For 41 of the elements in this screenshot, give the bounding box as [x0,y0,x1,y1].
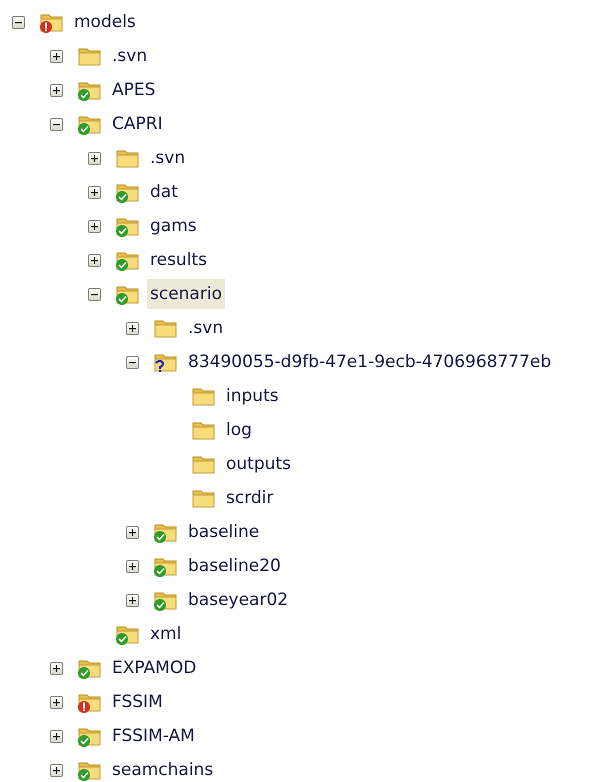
expand-icon[interactable] [126,526,139,538]
tree-item[interactable]: baseyear02 [185,585,292,615]
tree-item[interactable]: gams [147,211,200,241]
expand-icon[interactable] [50,662,63,674]
tree-item[interactable]: xml [147,619,184,649]
expand-icon[interactable] [50,730,63,742]
expand-icon[interactable] [126,560,139,572]
tree-item[interactable]: models [71,7,139,37]
expand-icon[interactable] [88,254,101,266]
tree-item[interactable]: APES [109,75,158,105]
collapse-icon[interactable] [50,118,63,130]
collapse-icon[interactable] [88,288,101,300]
tree-item[interactable]: dat [147,177,181,207]
collapse-icon[interactable] [126,356,139,368]
tree-item[interactable]: inputs [223,381,282,411]
tree-item[interactable]: FSSIM-AM [109,721,198,751]
tree-item[interactable]: FSSIM [109,687,166,717]
tree-item[interactable]: baseline20 [185,551,284,581]
expand-icon[interactable] [88,186,101,198]
expand-icon[interactable] [88,220,101,232]
tree-item[interactable]: results [147,245,210,275]
collapse-icon[interactable] [12,16,25,28]
tree-item[interactable]: log [223,415,255,445]
tree-item[interactable]: seamchains [109,755,216,782]
tree-item[interactable]: baseline [185,517,262,547]
tree-item[interactable]: 83490055-d9fb-47e1-9ecb-4706968777eb [185,347,554,377]
tree-item[interactable]: .svn [147,143,188,173]
tree-item[interactable]: scenario [147,279,225,309]
expand-icon[interactable] [50,84,63,96]
tree-item[interactable]: CAPRI [109,109,166,139]
expand-icon[interactable] [50,696,63,708]
tree-item[interactable]: .svn [185,313,226,343]
tree-item[interactable]: outputs [223,449,294,479]
expand-icon[interactable] [126,594,139,606]
tree-item[interactable]: .svn [109,41,150,71]
expand-icon[interactable] [50,50,63,62]
expand-icon[interactable] [50,764,63,776]
expand-icon[interactable] [88,152,101,164]
tree-item[interactable]: scrdir [223,483,276,513]
tree-item[interactable]: EXPAMOD [109,653,200,683]
expand-icon[interactable] [126,322,139,334]
